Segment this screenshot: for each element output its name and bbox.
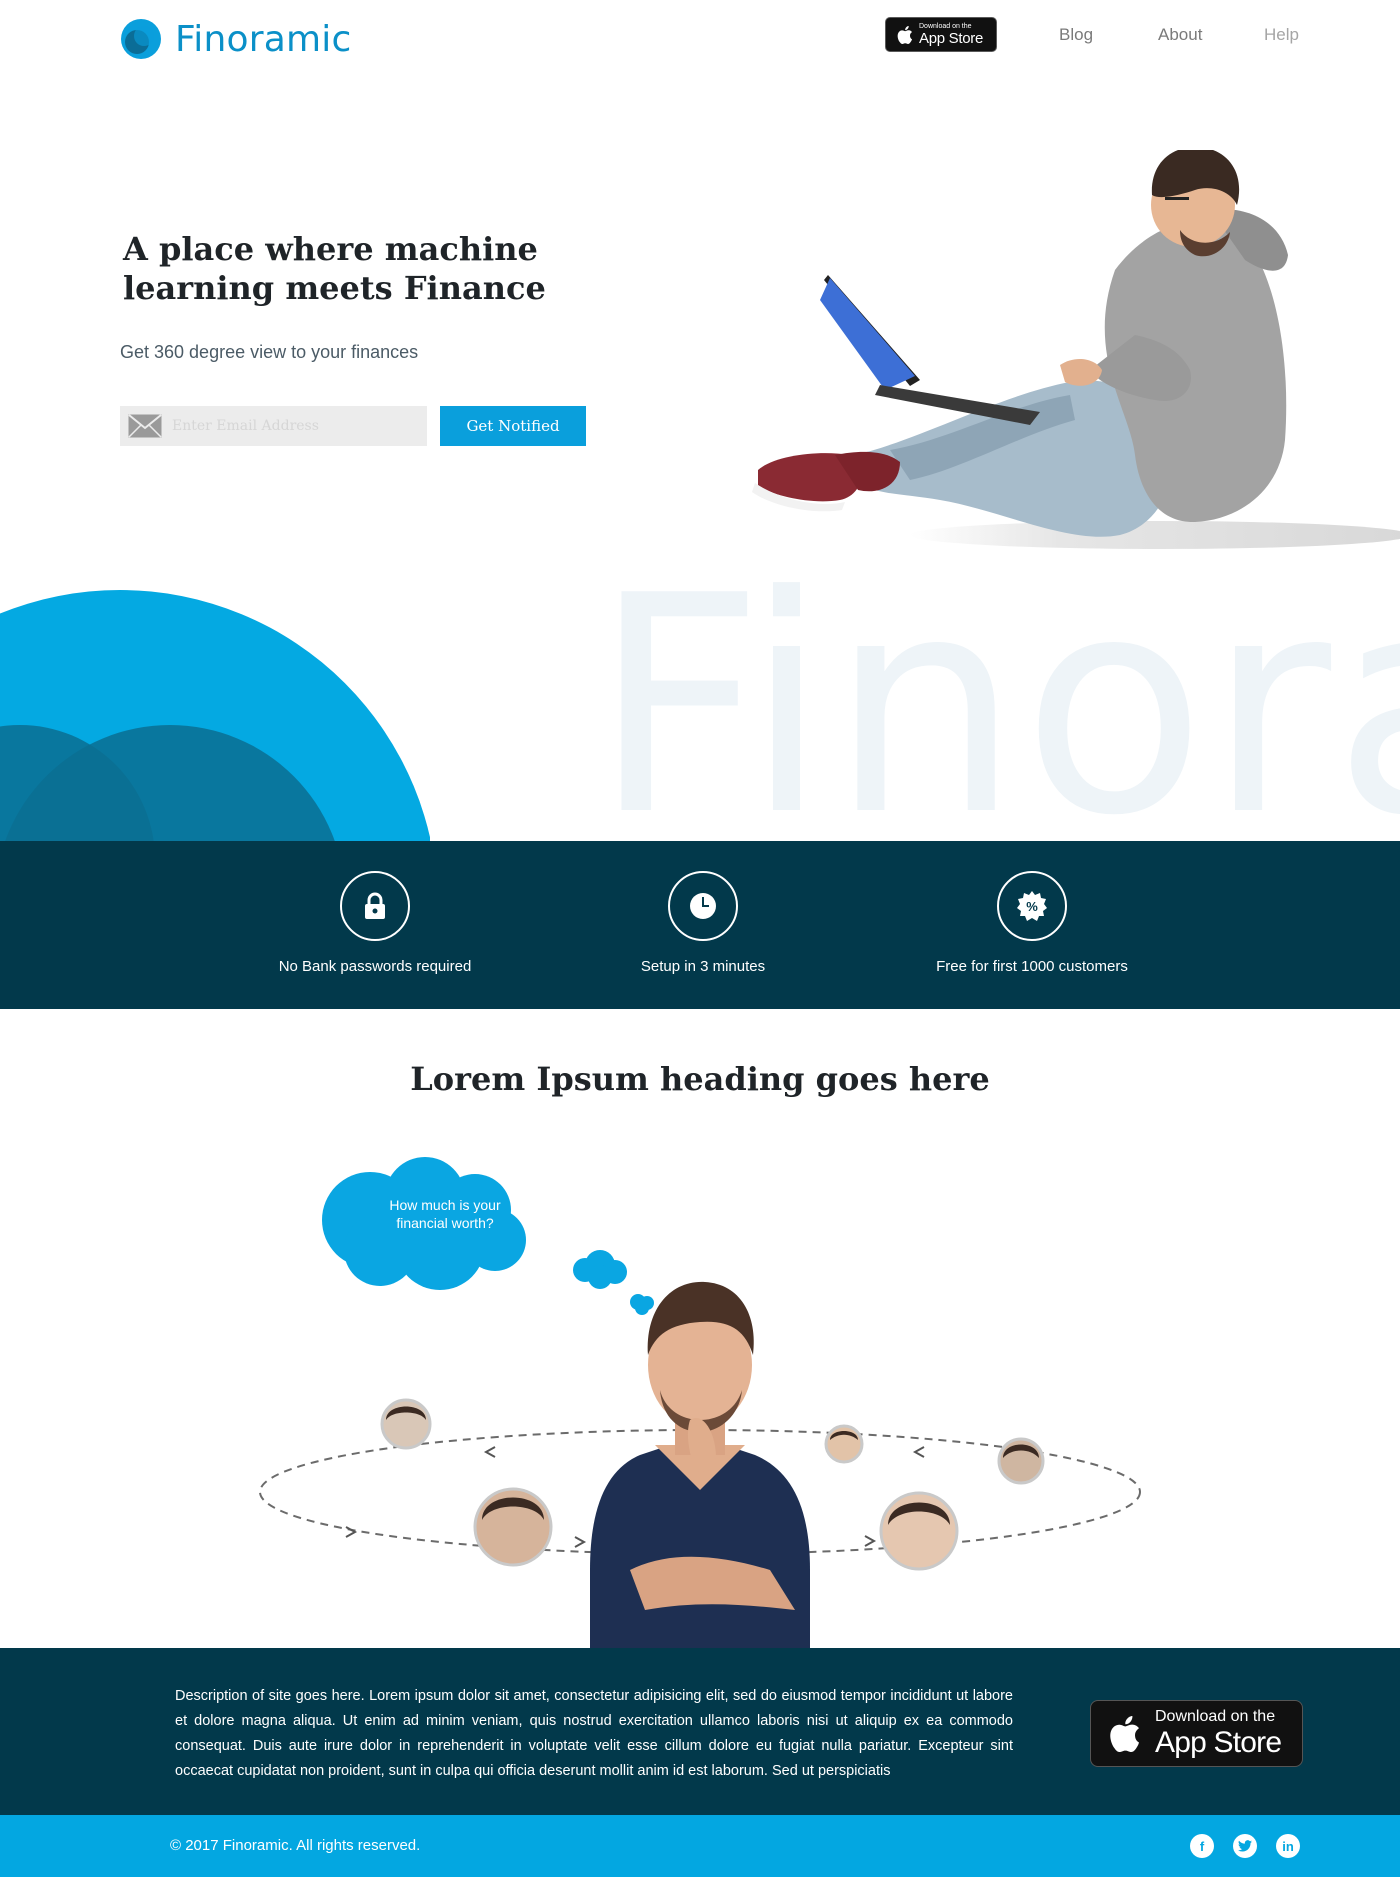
get-notified-button[interactable]: Get Notified	[440, 406, 586, 446]
decorative-circles	[0, 590, 430, 841]
facebook-icon[interactable]: f	[1190, 1834, 1214, 1858]
svg-text:%: %	[1026, 899, 1038, 914]
feature-free-offer: % Free for first 1000 customers	[902, 871, 1162, 976]
logo-text: Finoramic	[175, 18, 352, 60]
feature-label: No Bank passwords required	[278, 958, 472, 975]
feature-setup-time: Setup in 3 minutes	[573, 871, 833, 976]
mail-icon	[128, 414, 162, 438]
logo[interactable]: Finoramic	[120, 18, 351, 60]
thought-bubble-text: How much is your financial worth?	[389, 1197, 501, 1231]
app-store-badge-small[interactable]: Download on the App Store	[885, 17, 997, 52]
hero-title: A place where machine learning meets Fin…	[123, 230, 546, 307]
nav-blog[interactable]: Blog	[1059, 25, 1093, 45]
hero-subtitle: Get 360 degree view to your finances	[120, 342, 419, 362]
decorative-band: Finoramic	[0, 560, 1400, 841]
twitter-bird-icon	[1238, 1840, 1252, 1852]
site-description: Description of site goes here. Lorem ips…	[175, 1688, 1013, 1779]
copyright-text: © 2017 Finoramic. All rights reserved.	[170, 1837, 421, 1854]
feature-label: Free for first 1000 customers	[936, 958, 1128, 975]
nav-help[interactable]: Help	[1264, 25, 1299, 45]
lock-icon	[365, 892, 385, 919]
section-title: Lorem Ipsum heading goes here	[410, 1060, 990, 1098]
appstore-big-line2: App Store	[1155, 1726, 1282, 1759]
linkedin-icon[interactable]: in	[1276, 1834, 1300, 1858]
footer-description-section: Description of site goes here. Lorem ips…	[0, 1648, 1400, 1815]
feature-no-passwords: No Bank passwords required	[245, 871, 505, 976]
feature-label: Setup in 3 minutes	[640, 958, 766, 975]
email-input[interactable]	[172, 407, 412, 445]
apple-icon	[1110, 1715, 1139, 1752]
nav-about[interactable]: About	[1158, 25, 1202, 45]
twitter-icon[interactable]	[1233, 1834, 1257, 1858]
email-field-wrapper	[120, 406, 427, 446]
apple-icon	[897, 25, 912, 44]
header: Finoramic Download on the App Store Blog…	[0, 0, 1400, 72]
app-store-badge-large[interactable]: Download on the App Store	[1090, 1700, 1303, 1767]
appstore-small-line1: Download on the	[919, 23, 972, 30]
bottom-bar: © 2017 Finoramic. All rights reserved. f…	[0, 1815, 1400, 1877]
hero-person-with-laptop-image	[752, 150, 1400, 549]
clock-icon	[690, 893, 716, 919]
appstore-big-line1: Download on the	[1155, 1708, 1276, 1725]
percent-badge-icon: %	[1017, 891, 1047, 921]
brand-watermark: Finoramic	[592, 560, 1400, 841]
appstore-small-line2: App Store	[919, 30, 984, 47]
logo-mark-icon	[121, 19, 161, 59]
features-strip: No Bank passwords required Setup in 3 mi…	[0, 841, 1400, 1009]
